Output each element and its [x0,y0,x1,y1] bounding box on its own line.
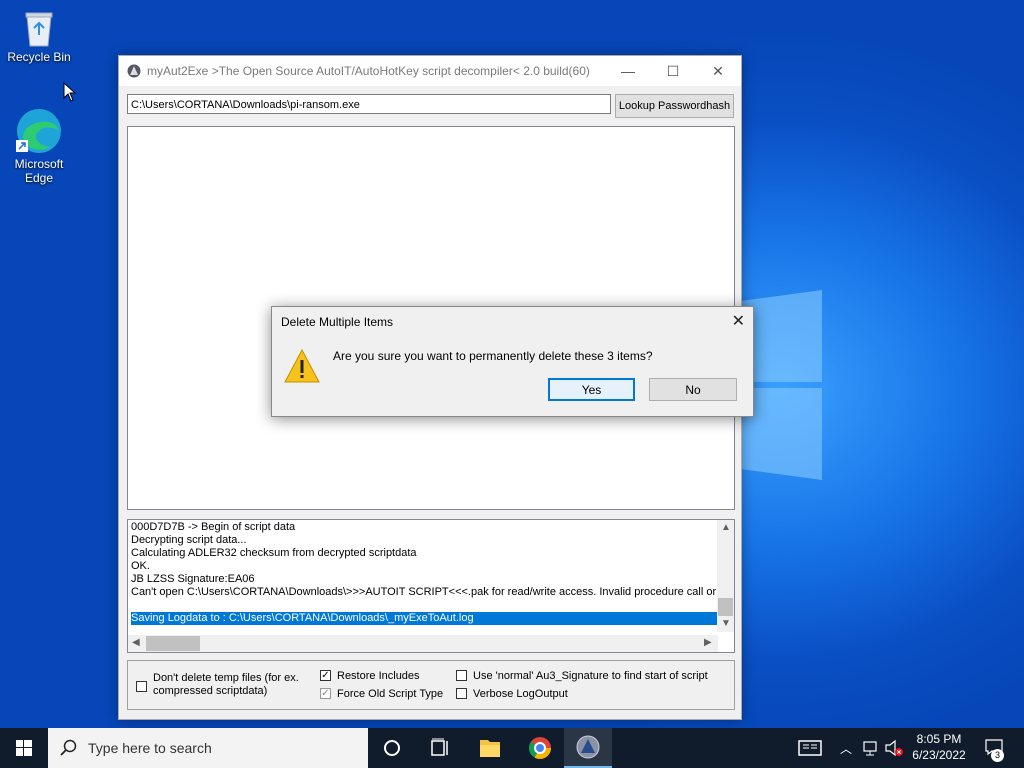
verbose-log-label: Verbose LogOutput [473,688,568,700]
news-widget-icon[interactable] [798,739,822,760]
windows-start-icon [16,740,32,756]
task-view-button[interactable] [416,728,464,768]
log-lines: 000D7D7B -> Begin of script data Decrypt… [131,521,717,625]
force-old-script-label: Force Old Script Type [337,688,444,700]
recycle-bin-icon [19,8,59,48]
task-view-icon [431,738,448,756]
dont-delete-temp-label-1: Don't delete temp files (for ex. [153,672,299,684]
mouse-cursor-icon [63,81,77,105]
log-horizontal-scrollbar[interactable]: ◀ ▶ [128,635,718,652]
scroll-right-icon[interactable]: ▶ [704,637,712,648]
cortana-button[interactable] [368,728,416,768]
recycle-bin-shortcut[interactable]: Recycle Bin [1,8,77,64]
volume-muted-icon[interactable] [884,739,904,760]
scroll-thumb[interactable] [718,598,733,616]
delete-multiple-items-dialog: Delete Multiple Items ✕ Are you sure you… [271,306,754,417]
dialog-close-button[interactable]: ✕ [732,311,745,331]
clock-time: 8:05 PM [916,732,962,746]
log-line-selected[interactable]: Saving Logdata to : C:\Users\CORTANA\Dow… [131,612,717,625]
log-output[interactable]: 000D7D7B -> Begin of script data Decrypt… [127,519,735,653]
myaut2exe-taskbar-button[interactable] [564,728,612,768]
scroll-down-icon[interactable]: ▼ [721,618,731,629]
chrome-button[interactable] [516,728,564,768]
edge-label-line: Microsoft Edge [14,157,64,185]
log-line: Decrypting script data... [131,534,247,546]
app-icon [127,64,141,78]
log-line: JB LZSS Signature:EA06 [131,573,255,585]
yes-button[interactable]: Yes [548,378,635,401]
restore-includes-label: Restore Includes [337,670,420,682]
lookup-passwordhash-button[interactable]: Lookup Passwordhash [615,94,734,118]
log-line: Can't open C:\Users\CORTANA\Downloads\>>… [131,586,717,598]
search-placeholder: Type here to search [88,740,212,756]
clock-date: 6/23/2022 [912,748,966,762]
options-panel: Don't delete temp files (for ex. compres… [127,660,735,710]
restore-includes-checkbox[interactable]: ✓ [320,670,331,681]
close-button[interactable]: ✕ [695,56,741,86]
use-normal-signature-checkbox[interactable] [456,670,467,681]
chrome-icon [528,737,551,759]
log-line: 000D7D7B -> Begin of script data [131,521,296,533]
use-normal-signature-label: Use 'normal' Au3_Signature to find start… [473,670,708,682]
folder-icon [480,740,500,757]
dialog-body: Are you sure you want to permanently del… [272,337,753,416]
dont-delete-temp-checkbox[interactable] [136,681,147,692]
scroll-up-icon[interactable]: ▲ [721,522,731,533]
force-old-script-checkbox: ✓ [320,688,331,699]
log-vertical-scrollbar[interactable]: ▲ ▼ [717,520,734,632]
scroll-thumb[interactable] [146,636,200,651]
start-button[interactable] [0,728,48,768]
verbose-log-checkbox[interactable] [456,688,467,699]
scroll-left-icon[interactable]: ◀ [132,637,140,648]
recycle-bin-label: Recycle Bin [7,50,71,64]
system-clock[interactable]: 8:05 PM 6/23/2022 [904,731,974,763]
file-path-input[interactable]: C:\Users\CORTANA\Downloads\pi-ransom.exe [127,94,611,114]
window-title: myAut2Exe >The Open Source AutoIT/AutoHo… [147,64,590,78]
dont-delete-temp-label-2: compressed scriptdata) [153,685,268,697]
edge-shortcut[interactable]: Microsoft Edge [1,107,77,185]
maximize-button[interactable]: ☐ [650,56,696,86]
edge-icon [15,107,63,155]
network-icon[interactable] [862,739,880,760]
search-icon [60,739,77,756]
cortana-circle-icon [384,740,400,756]
log-line: Calculating ADLER32 checksum from decryp… [131,547,417,559]
no-button[interactable]: No [649,378,737,401]
taskbar-search-box[interactable]: Type here to search [48,728,368,768]
taskbar: Type here to search ︿ 8:05 PM 6/23/2022 … [0,728,1024,768]
dialog-message: Are you sure you want to permanently del… [333,349,653,363]
notification-count-badge: 3 [991,749,1004,762]
log-line: OK. [131,560,150,572]
chevron-up-icon[interactable]: ︿ [840,740,852,757]
myaut2exe-app-icon [576,735,600,759]
file-explorer-button[interactable] [466,728,514,768]
window-titlebar[interactable]: myAut2Exe >The Open Source AutoIT/AutoHo… [119,56,741,86]
dialog-title: Delete Multiple Items [281,315,394,329]
minimize-button[interactable]: — [605,56,651,86]
warning-icon [284,349,320,383]
